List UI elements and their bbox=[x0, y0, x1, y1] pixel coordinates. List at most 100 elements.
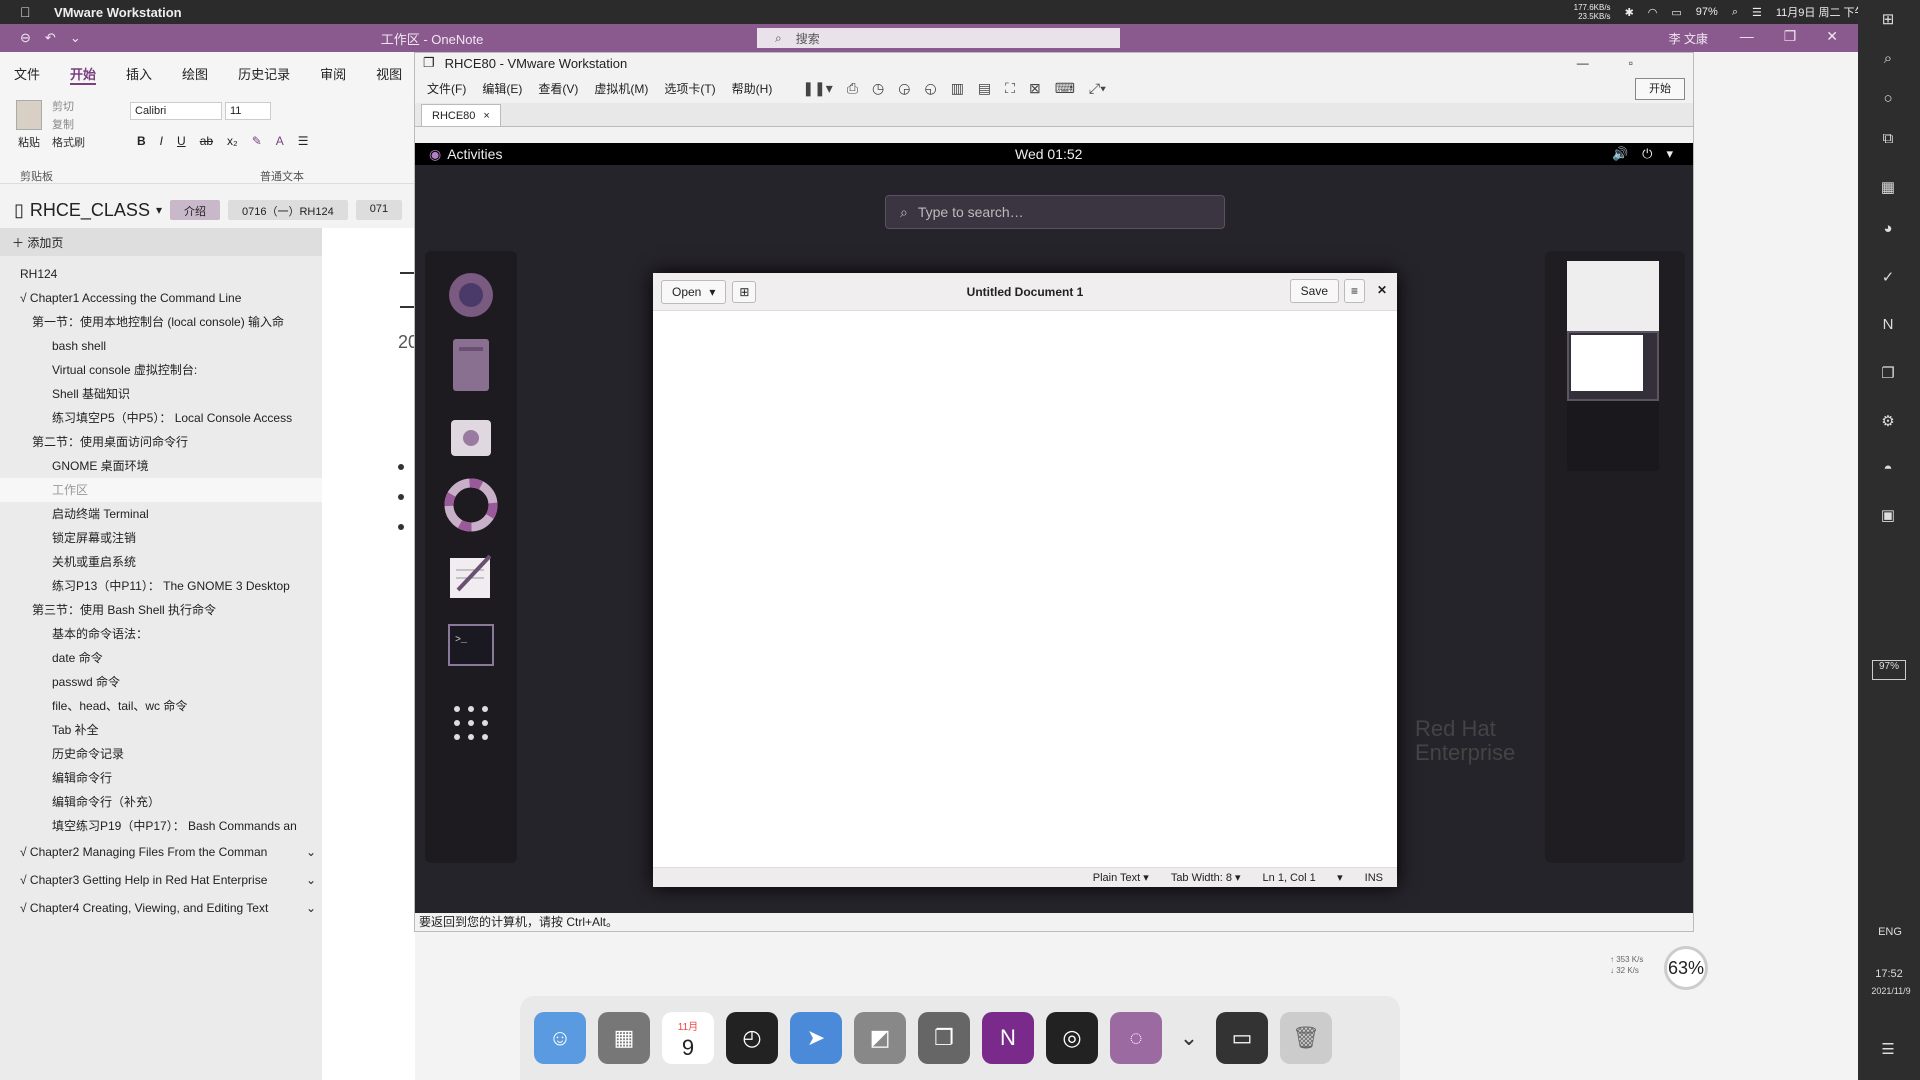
help-icon[interactable] bbox=[443, 477, 499, 533]
tray-date[interactable]: 2021/11/9 bbox=[1866, 986, 1916, 1006]
cut-button[interactable]: 剪切 bbox=[52, 98, 85, 116]
chevron-down-icon[interactable]: ⌄ bbox=[306, 866, 316, 894]
onenote-icon[interactable]: N bbox=[1878, 316, 1898, 336]
unity-icon[interactable]: ⊠ bbox=[1029, 80, 1041, 97]
section-tab-071[interactable]: 071 bbox=[355, 200, 403, 220]
app-icon[interactable]: ◩ bbox=[854, 1012, 906, 1064]
menu-tabs[interactable]: 选项卡(T) bbox=[664, 80, 715, 97]
pause-icon[interactable]: ❚❚▾ bbox=[802, 80, 833, 97]
italic-icon[interactable]: I bbox=[160, 134, 163, 148]
quick-access-dropdown-icon[interactable]: ⌄ bbox=[70, 30, 81, 46]
gnome-clock[interactable]: Wed 01:52 bbox=[1015, 146, 1082, 162]
font-name-select[interactable]: Calibri bbox=[130, 102, 222, 120]
page-item[interactable]: 编辑命令行 bbox=[0, 766, 322, 790]
tab-insert[interactable]: 插入 bbox=[126, 64, 152, 85]
page-item[interactable]: date 命令 bbox=[0, 646, 322, 670]
tray-time[interactable]: 17:52 bbox=[1872, 968, 1906, 988]
align-icon[interactable]: ☰ bbox=[298, 134, 309, 148]
page-item[interactable]: 编辑命令行（补充） bbox=[0, 790, 322, 814]
clock-icon[interactable]: ◴ bbox=[726, 1012, 778, 1064]
control-center-icon[interactable]: ☰ bbox=[1752, 6, 1762, 19]
chapter-item[interactable]: √ Chapter3 Getting Help in Red Hat Enter… bbox=[0, 866, 322, 894]
vmware-icon[interactable]: ❐ bbox=[918, 1012, 970, 1064]
workspace-thumbnail-1[interactable] bbox=[1567, 261, 1659, 331]
notification-icon[interactable]: ☰ bbox=[1878, 1040, 1898, 1060]
tab-width-select[interactable]: Tab Width: 8 ▾ bbox=[1171, 871, 1241, 884]
menu-file[interactable]: 文件(F) bbox=[427, 80, 466, 97]
page-item[interactable]: bash shell bbox=[0, 334, 322, 358]
display-icon[interactable]: ▭ bbox=[1671, 6, 1681, 19]
font-size-select[interactable]: 11 bbox=[225, 102, 271, 120]
page-item[interactable]: 工作区 bbox=[0, 478, 322, 502]
software-icon[interactable] bbox=[443, 407, 499, 463]
app-icon[interactable]: ◌ bbox=[1110, 1012, 1162, 1064]
restore-icon[interactable]: ❐ bbox=[1784, 28, 1797, 45]
language-indicator[interactable]: ENG bbox=[1876, 926, 1904, 946]
active-app-name[interactable]: VMware Workstation bbox=[54, 5, 182, 20]
highlight-icon[interactable]: ✎ bbox=[252, 134, 262, 148]
format-painter-button[interactable]: 格式刷 bbox=[52, 134, 85, 152]
undo-icon[interactable]: ↶ bbox=[45, 30, 56, 46]
app-icon[interactable]: ▣ bbox=[1878, 506, 1898, 526]
show-apps-icon[interactable] bbox=[443, 695, 499, 751]
paste-button[interactable]: 粘贴 bbox=[14, 100, 44, 160]
page-item[interactable]: 第一节：使用本地控制台 (local console) 输入命 bbox=[0, 310, 322, 334]
circle-icon[interactable]: ○ bbox=[1878, 90, 1898, 110]
chapter-item[interactable]: √ Chapter2 Managing Files From the Comma… bbox=[0, 838, 322, 866]
tab-home[interactable]: 开始 bbox=[70, 64, 97, 85]
page-item[interactable]: 第二节：使用桌面访问命令行 bbox=[0, 430, 322, 454]
page-item[interactable]: 历史命令记录 bbox=[0, 742, 322, 766]
console-icon[interactable]: ⌨ bbox=[1055, 80, 1075, 97]
page-item[interactable]: 基本的命令语法： bbox=[0, 622, 322, 646]
chevron-down-icon[interactable]: ⌄ bbox=[306, 894, 316, 922]
bold-icon[interactable]: B bbox=[137, 134, 146, 148]
check-icon[interactable]: ✓ bbox=[1878, 268, 1898, 288]
back-icon[interactable]: ⊖ bbox=[20, 30, 31, 46]
activities-button[interactable]: ◉ Activities bbox=[429, 146, 502, 163]
page-item[interactable]: Tab 补全 bbox=[0, 718, 322, 742]
send-keys-icon[interactable]: ⎙ bbox=[847, 80, 858, 97]
apple-icon[interactable]:  bbox=[20, 4, 42, 20]
app-icon[interactable]: ◕ bbox=[1878, 220, 1898, 240]
settings-icon[interactable]: ⚙ bbox=[1878, 412, 1898, 432]
trash-icon[interactable]: 🗑 bbox=[1280, 1012, 1332, 1064]
cursor-position[interactable]: Ln 1, Col 1 ▾ bbox=[1263, 871, 1343, 884]
page-item[interactable]: 关机或重启系统 bbox=[0, 550, 322, 574]
library-icon[interactable]: ▥ bbox=[951, 80, 964, 97]
section-tab-0716[interactable]: 0716（一）RH124 bbox=[227, 200, 348, 220]
files-icon[interactable] bbox=[443, 337, 499, 393]
add-page-button[interactable]: ＋ 添加页 bbox=[0, 228, 322, 256]
onenote-search[interactable]: ⌕ 搜索 bbox=[757, 28, 1120, 48]
page-item[interactable]: Shell 基础知识 bbox=[0, 382, 322, 406]
start-button[interactable]: 开始 bbox=[1635, 78, 1685, 100]
fullscreen-icon[interactable]: ⛶ bbox=[1005, 80, 1015, 97]
firefox-icon[interactable] bbox=[443, 267, 499, 323]
minimize-icon[interactable]: — bbox=[1740, 28, 1754, 45]
user-name[interactable]: 李 文康 bbox=[1669, 30, 1708, 47]
menu-help[interactable]: 帮助(H) bbox=[732, 80, 773, 97]
tab-draw[interactable]: 绘图 bbox=[182, 64, 208, 85]
search-icon[interactable]: ⌕ bbox=[1732, 6, 1738, 19]
gnome-search-input[interactable]: ⌕ Type to search… bbox=[885, 195, 1225, 229]
cpu-usage-widget[interactable]: 63% bbox=[1664, 946, 1708, 990]
close-tab-icon[interactable]: × bbox=[483, 110, 489, 122]
text-editor-icon[interactable] bbox=[443, 547, 499, 603]
save-button[interactable]: Save bbox=[1289, 279, 1339, 303]
page-item[interactable]: file、head、tail、wc 命令 bbox=[0, 694, 322, 718]
font-color-icon[interactable]: A bbox=[276, 134, 284, 148]
finder-icon[interactable]: ☺ bbox=[534, 1012, 586, 1064]
strikethrough-icon[interactable]: ab bbox=[200, 134, 213, 148]
thumbnail-icon[interactable]: ▤ bbox=[978, 80, 991, 97]
page-item[interactable]: 锁定屏幕或注销 bbox=[0, 526, 322, 550]
page-item[interactable]: passwd 命令 bbox=[0, 670, 322, 694]
minimize-icon[interactable]: — bbox=[1577, 56, 1589, 70]
tab-file[interactable]: 文件 bbox=[14, 64, 40, 85]
wifi-icon[interactable]: ◠ bbox=[1648, 6, 1658, 19]
revert-snapshot-icon[interactable]: ◶ bbox=[898, 80, 910, 97]
page-item[interactable]: 填空练习P19（中P17）： Bash Commands an bbox=[0, 814, 322, 838]
page-item[interactable]: Virtual console 虚拟控制台: bbox=[0, 358, 322, 382]
tab-history[interactable]: 历史记录 bbox=[238, 64, 290, 85]
tab-review[interactable]: 审阅 bbox=[320, 64, 346, 85]
underline-icon[interactable]: U bbox=[177, 134, 186, 148]
snapshot-manager-icon[interactable]: ◵ bbox=[924, 80, 936, 97]
